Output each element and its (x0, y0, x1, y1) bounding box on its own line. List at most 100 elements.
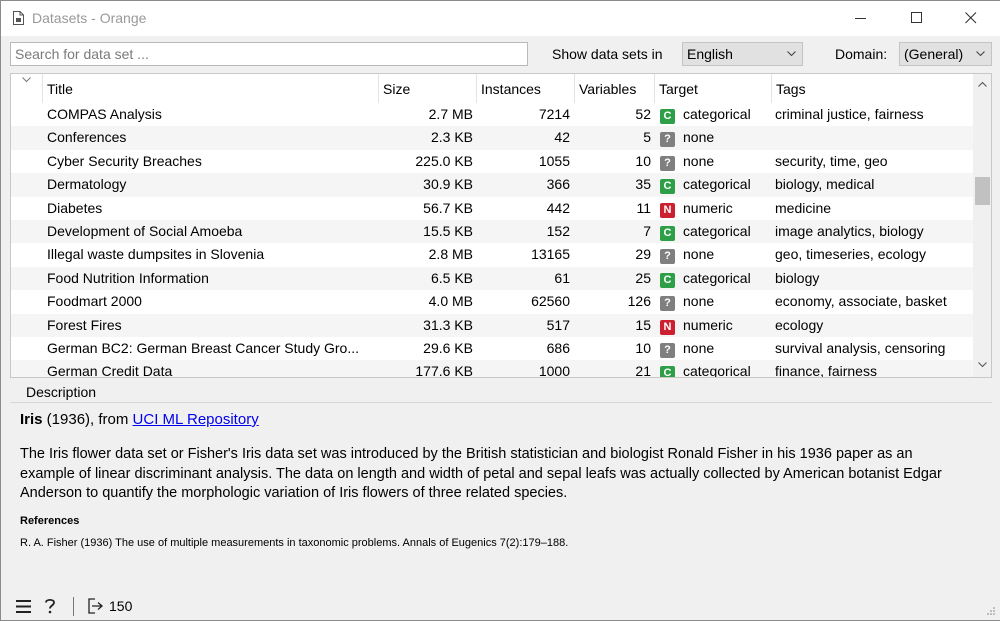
table-header: Title Size Instances Variables Target Ta… (11, 74, 973, 103)
categorical-badge-icon: C (660, 366, 675, 377)
document-icon (13, 11, 24, 25)
search-input[interactable] (10, 42, 528, 66)
row-size: 2.7 MB (428, 106, 473, 122)
row-badge-cell: ? (660, 337, 676, 360)
row-size: 56.7 KB (423, 199, 473, 216)
show-datasets-label: Show data sets in (552, 46, 663, 62)
menu-icon[interactable] (16, 600, 31, 613)
row-badge-cell: ? (660, 243, 676, 266)
domain-select[interactable]: (General) (899, 42, 992, 66)
column-header-size[interactable]: Size (379, 74, 477, 103)
row-target: categorical (683, 269, 751, 286)
row-size: 177.6 KB (415, 363, 473, 378)
datasets-window: Datasets - Orange Show data sets in Engl… (0, 0, 1000, 621)
dataset-heading: Iris (1936), from UCI ML Repository (20, 411, 259, 428)
resize-grip-icon[interactable] (986, 606, 996, 616)
row-title: Diabetes (47, 199, 103, 216)
close-button[interactable] (948, 1, 994, 35)
source-link[interactable]: UCI ML Repository (133, 411, 259, 428)
unknown-badge-icon: ? (660, 132, 675, 148)
column-header-variables[interactable]: Variables (575, 74, 655, 103)
unknown-badge-icon: ? (660, 249, 675, 265)
dataset-year-from: (1936), from (42, 411, 133, 428)
scroll-up-icon[interactable] (978, 81, 987, 87)
row-badge-cell: C (660, 267, 676, 290)
row-instances: 517 (546, 316, 570, 333)
column-header-title[interactable]: Title (43, 74, 379, 103)
row-size: 15.5 KB (423, 222, 473, 239)
scroll-down-icon[interactable] (978, 362, 987, 368)
row-title: Dermatology (47, 176, 127, 193)
row-size: 31.3 KB (423, 316, 473, 333)
minimize-button[interactable] (838, 1, 884, 35)
row-instances: 13165 (531, 246, 570, 263)
row-title: COMPAS Analysis (47, 106, 162, 122)
title-bar[interactable]: Datasets - Orange (1, 1, 1000, 36)
row-size: 2.3 KB (430, 129, 473, 146)
row-variables: 10 (635, 152, 651, 169)
table-row[interactable]: German Credit Data 177.6 KB 1000 21 C ca… (11, 360, 973, 378)
close-icon (965, 12, 977, 24)
table-row[interactable]: Development of Social Amoeba 15.5 KB 152… (11, 219, 973, 244)
table-row[interactable]: Dermatology 30.9 KB 366 35 C categorical… (11, 173, 973, 197)
row-title: Foodmart 2000 (47, 293, 142, 310)
minimize-icon (855, 18, 866, 19)
unknown-badge-icon: ? (660, 296, 675, 312)
row-target: none (683, 129, 715, 146)
table-row[interactable]: Food Nutrition Information 6.5 KB 61 25 … (11, 266, 973, 291)
references-heading: References (20, 515, 80, 527)
row-tags: biology (775, 269, 820, 286)
table-row[interactable]: COMPAS Analysis 2.7 MB 7214 52 C categor… (11, 103, 973, 126)
scrollbar-thumb[interactable] (975, 177, 990, 205)
row-instances: 1000 (538, 363, 570, 378)
row-variables: 29 (635, 246, 651, 263)
row-badge-cell: C (660, 360, 676, 377)
row-instances: 152 (546, 222, 570, 239)
chevron-down-icon (787, 51, 796, 57)
row-badge-cell: C (660, 220, 676, 243)
maximize-button[interactable] (894, 1, 940, 35)
row-title: Forest Fires (47, 316, 122, 333)
categorical-badge-icon: C (660, 225, 675, 241)
row-variables: 15 (635, 316, 651, 333)
row-instances: 442 (546, 199, 570, 216)
help-icon[interactable] (44, 598, 56, 614)
column-header-instances[interactable]: Instances (477, 74, 575, 103)
table-vertical-scrollbar[interactable] (973, 74, 991, 377)
categorical-badge-icon: C (660, 272, 675, 288)
row-instances: 61 (554, 269, 570, 286)
row-badge-cell: C (660, 103, 676, 126)
row-instances: 42 (554, 129, 570, 146)
domain-label: Domain: (835, 46, 888, 62)
datasets-table[interactable]: Title Size Instances Variables Target Ta… (10, 73, 992, 378)
table-row[interactable]: Diabetes 56.7 KB 442 11 N numeric medici… (11, 197, 973, 220)
row-tags: geo, timeseries, ecology (775, 246, 926, 263)
row-target: numeric (683, 199, 733, 216)
sort-indicator-icon (22, 77, 31, 83)
table-row[interactable]: Cyber Security Breaches 225.0 KB 1055 10… (11, 150, 973, 173)
row-tags: image analytics, biology (775, 222, 924, 239)
row-size: 29.6 KB (423, 339, 473, 356)
table-row[interactable]: German BC2: German Breast Cancer Study G… (11, 337, 973, 360)
table-row[interactable]: Illegal waste dumpsites in Slovenia 2.8 … (11, 243, 973, 266)
row-badge-cell: N (660, 314, 676, 337)
row-badge-cell: ? (660, 150, 676, 173)
row-target: numeric (683, 316, 733, 333)
row-title: Development of Social Amoeba (47, 222, 243, 239)
column-header-tags[interactable]: Tags (772, 74, 973, 103)
row-title: German Credit Data (47, 363, 173, 378)
row-badge-cell: C (660, 173, 676, 196)
row-instances: 7214 (538, 106, 570, 122)
description-section-label: Description (26, 384, 97, 400)
row-title: Illegal waste dumpsites in Slovenia (47, 246, 265, 263)
row-tags: ecology (775, 316, 824, 333)
table-row[interactable]: Forest Fires 31.3 KB 517 15 N numeric ec… (11, 313, 973, 337)
row-badge-cell: N (660, 197, 676, 220)
column-header-target[interactable]: Target (655, 74, 772, 103)
table-row[interactable]: Foodmart 2000 4.0 MB 62560 126 ? none ec… (11, 290, 973, 313)
column-header-local[interactable] (11, 74, 43, 103)
unknown-badge-icon: ? (660, 342, 675, 358)
table-row[interactable]: Conferences 2.3 KB 42 5 ? none (11, 126, 973, 150)
language-select[interactable]: English (682, 42, 803, 66)
row-tags: security, time, geo (775, 152, 888, 169)
